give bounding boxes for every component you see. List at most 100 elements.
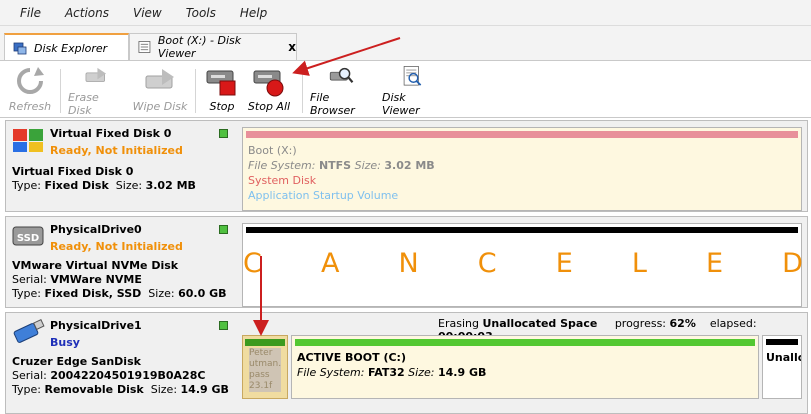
file-browser-label: File Browser: [310, 91, 355, 117]
fs-label: File System:: [248, 159, 316, 172]
volume-tag-startup: Application Startup Volume: [248, 189, 399, 202]
disk-viewer-icon: [403, 66, 422, 86]
menu-actions[interactable]: Actions: [65, 6, 109, 20]
serial-label: Serial:: [12, 273, 47, 286]
unallocated-label: Unallo: [766, 351, 802, 364]
disk-viewer-icon: [138, 41, 151, 53]
erasing-data-line: utman.: [249, 359, 282, 369]
file-browser-icon: [329, 67, 354, 83]
erasing-data-line: 23.1f: [249, 381, 273, 391]
toolbar-separator: [195, 69, 196, 113]
disk-viewer-label: Disk Viewer: [382, 91, 420, 117]
status-led-icon: [219, 225, 228, 234]
canceled-letter: C: [243, 248, 262, 279]
menu-view[interactable]: View: [133, 6, 162, 20]
disk-serial: VMWare NVME: [50, 273, 142, 286]
disk-size: 60.0 GB: [178, 287, 227, 300]
canceled-letter: D: [782, 248, 803, 279]
menu-bar: File Actions View Tools Help: [0, 0, 811, 26]
disk-title: VMware Virtual NVMe Disk: [12, 259, 179, 272]
disk-type-line: Type: Fixed Disk, SSD Size: 60.0 GB: [12, 287, 226, 300]
volume-fs-line: File System: FAT32 Size: 14.9 GB: [297, 366, 486, 379]
volume-usage-bar: [246, 131, 798, 138]
tab-disk-explorer[interactable]: Disk Explorer: [4, 33, 129, 61]
canceled-letter: N: [398, 248, 419, 279]
volume-boot-x[interactable]: Boot (X:) File System: NTFS Size: 3.02 M…: [242, 127, 802, 211]
disk-type-line: Type: Fixed Disk Size: 3.02 MB: [12, 179, 196, 192]
refresh-button[interactable]: Refresh: [8, 65, 52, 117]
disk-serial: 20042204501919B0A28C: [50, 369, 206, 382]
menu-file[interactable]: File: [20, 6, 41, 20]
volume-unallocated[interactable]: Unallo: [762, 335, 802, 399]
type-label: Type:: [12, 179, 41, 192]
disk-name: PhysicalDrive1: [50, 319, 142, 332]
erasing-region[interactable]: Peter utman. pass 23.1f: [242, 335, 288, 399]
unallocated-space[interactable]: CANCELED: [242, 223, 803, 307]
erasing-data-line: Peter: [249, 348, 273, 358]
serial-label: Serial:: [12, 369, 47, 382]
tab-disk-viewer[interactable]: Boot (X:) - Disk Viewer x: [129, 33, 297, 60]
menu-help[interactable]: Help: [240, 6, 267, 20]
volume-active-boot-c[interactable]: ACTIVE BOOT (C:) File System: FAT32 Size…: [291, 335, 759, 399]
refresh-icon: [17, 67, 44, 94]
status-led-icon: [219, 321, 228, 330]
stop-label: Stop: [209, 100, 235, 113]
unallocated-bar: [766, 339, 798, 345]
volume-tag-system: System Disk: [248, 174, 317, 187]
disk-serial-line: Serial: 20042204501919B0A28C: [12, 369, 205, 382]
elapsed-label: elapsed:: [709, 317, 757, 330]
tab-label: Disk Explorer: [34, 41, 108, 55]
disk-info-panel: Virtual Fixed Disk 0 Ready, Not Initiali…: [6, 121, 237, 211]
size-label: Size:: [408, 366, 435, 379]
canceled-letter: E: [555, 248, 573, 279]
disk-row-virtual-fixed-disk-0[interactable]: Virtual Fixed Disk 0 Ready, Not Initiali…: [5, 120, 808, 212]
stop-all-label: Stop All: [247, 100, 291, 113]
type-label: Type:: [12, 287, 41, 300]
disk-viewer-button[interactable]: Disk Viewer: [382, 65, 442, 117]
size-label: Size:: [148, 287, 175, 300]
progress-value: 62%: [669, 317, 696, 330]
volume-name: ACTIVE BOOT (C:): [297, 351, 406, 364]
stop-all-icon: [253, 70, 284, 97]
volume-size: 3.02 MB: [384, 159, 435, 172]
close-icon[interactable]: x: [288, 40, 296, 54]
refresh-label: Refresh: [8, 100, 52, 113]
disk-name: PhysicalDrive0: [50, 223, 142, 236]
disk-title: Cruzer Edge SanDisk: [12, 355, 141, 368]
erasing-data-text: Peter utman. pass 23.1f: [249, 348, 281, 392]
disk-type: Removable Disk: [44, 383, 144, 396]
tab-bar: Disk Explorer Boot (X:) - Disk Viewer x: [0, 26, 811, 61]
toolbar-separator: [302, 69, 303, 113]
disk-explorer-icon: [13, 42, 27, 55]
volume-fs: NTFS: [318, 159, 352, 172]
canceled-letter: A: [320, 248, 340, 279]
disk-row-physicaldrive1[interactable]: PhysicalDrive1 Busy Cruzer Edge SanDisk …: [5, 312, 808, 414]
disk-info-panel: SSD PhysicalDrive0 Ready, Not Initialize…: [6, 217, 237, 307]
disk-row-physicaldrive0[interactable]: SSD PhysicalDrive0 Ready, Not Initialize…: [5, 216, 808, 308]
disk-type-line: Type: Removable Disk Size: 14.9 GB: [12, 383, 229, 396]
volume-usage-bar: [295, 339, 755, 346]
usb-drive-icon: [13, 319, 45, 343]
disk-size: 14.9 GB: [180, 383, 229, 396]
canceled-text: CANCELED: [243, 248, 803, 279]
erasing-data-line: pass: [249, 370, 270, 380]
erasing-label: Erasing: [438, 317, 479, 330]
erase-disk-label: Erase Disk: [68, 91, 99, 117]
size-label: Size:: [115, 179, 143, 192]
disk-status: Busy: [50, 336, 80, 349]
disk-title: Virtual Fixed Disk 0: [12, 165, 134, 178]
tab-label: Boot (X:) - Disk Viewer: [157, 34, 242, 60]
disk-type: Fixed Disk, SSD: [44, 287, 142, 300]
file-browser-button[interactable]: File Browser: [310, 65, 372, 117]
canceled-letter: L: [631, 248, 647, 279]
type-label: Type:: [12, 383, 41, 396]
disk-type: Fixed Disk: [44, 179, 109, 192]
disk-size: 3.02 MB: [145, 179, 196, 192]
stop-button[interactable]: Stop: [202, 65, 242, 117]
unallocated-bar: [246, 227, 798, 233]
stop-all-button[interactable]: Stop All: [246, 65, 292, 117]
erase-disk-button[interactable]: Erase Disk: [68, 65, 124, 117]
menu-tools[interactable]: Tools: [186, 6, 216, 20]
toolbar-separator: [60, 69, 61, 113]
wipe-disk-button[interactable]: Wipe Disk: [132, 65, 188, 117]
